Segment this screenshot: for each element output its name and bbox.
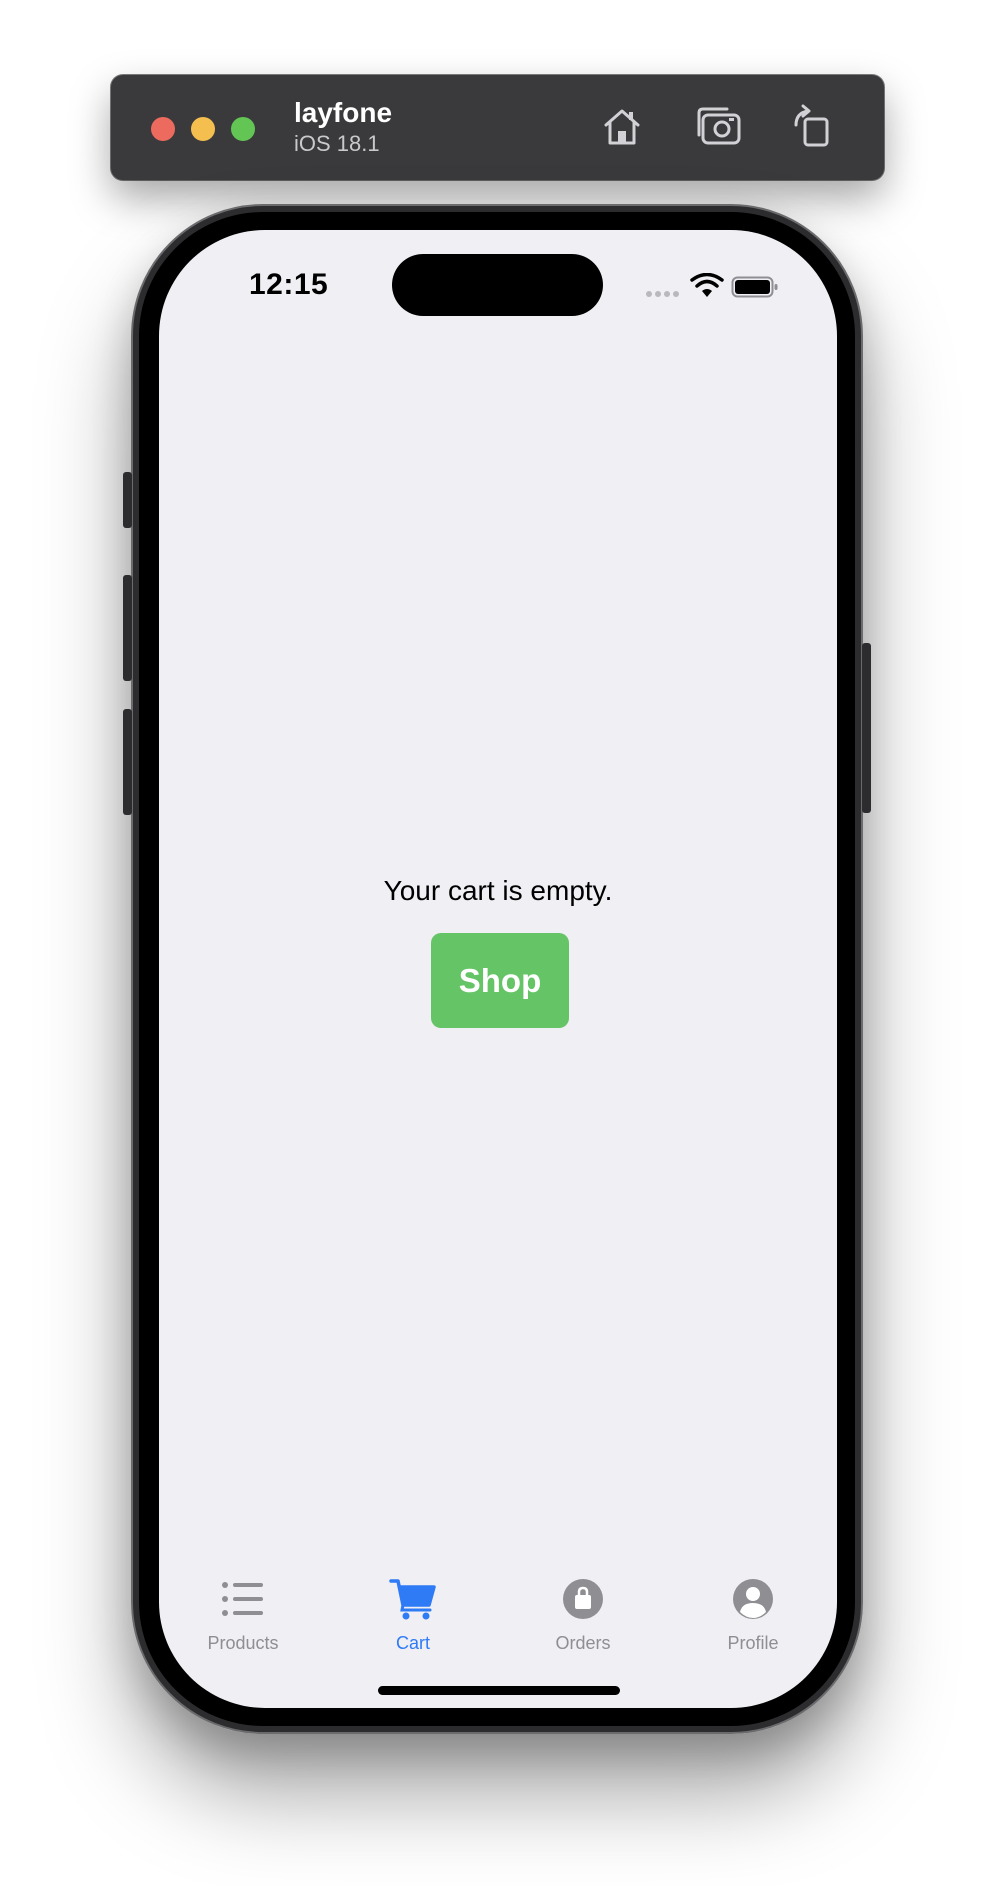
home-indicator[interactable] [378,1686,620,1695]
tab-products[interactable]: Products [183,1577,303,1657]
tab-orders-label: Orders [555,1633,611,1653]
empty-cart-message: Your cart is empty. [383,875,613,906]
tab-cart[interactable]: Cart [353,1577,473,1657]
rotate-icon[interactable] [788,103,836,151]
shop-button[interactable]: Shop [431,933,569,1028]
volume-up-button [123,575,132,681]
tab-products-label: Products [207,1633,279,1653]
action-button [123,472,132,528]
screenshot-icon[interactable] [697,103,745,151]
battery-icon [731,276,778,298]
cellular-signal-icon [646,291,679,297]
bag-icon [563,1579,603,1619]
dynamic-island [392,254,603,316]
minimize-window-button[interactable] [191,117,215,141]
home-icon[interactable] [598,103,646,151]
tab-orders[interactable]: Orders [523,1577,643,1657]
simulator-toolbar: layfone iOS 18.1 [111,75,884,180]
power-button [862,643,871,813]
tab-profile-label: Profile [727,1633,779,1653]
wifi-icon [690,273,724,297]
zoom-window-button[interactable] [231,117,255,141]
tab-profile[interactable]: Profile [693,1577,813,1657]
close-window-button[interactable] [151,117,175,141]
person-circle-icon [733,1579,773,1619]
volume-down-button [123,709,132,815]
list-icon [222,1582,263,1616]
simulator-device-name: layfone [294,97,393,128]
cart-icon [389,1579,436,1620]
tab-cart-label: Cart [395,1633,430,1653]
status-bar-time: 12:15 [249,268,329,301]
simulator-os-version: iOS 18.1 [294,131,380,156]
device-screen: 12:15 Your cart is empty. Shop Products [159,230,837,1708]
